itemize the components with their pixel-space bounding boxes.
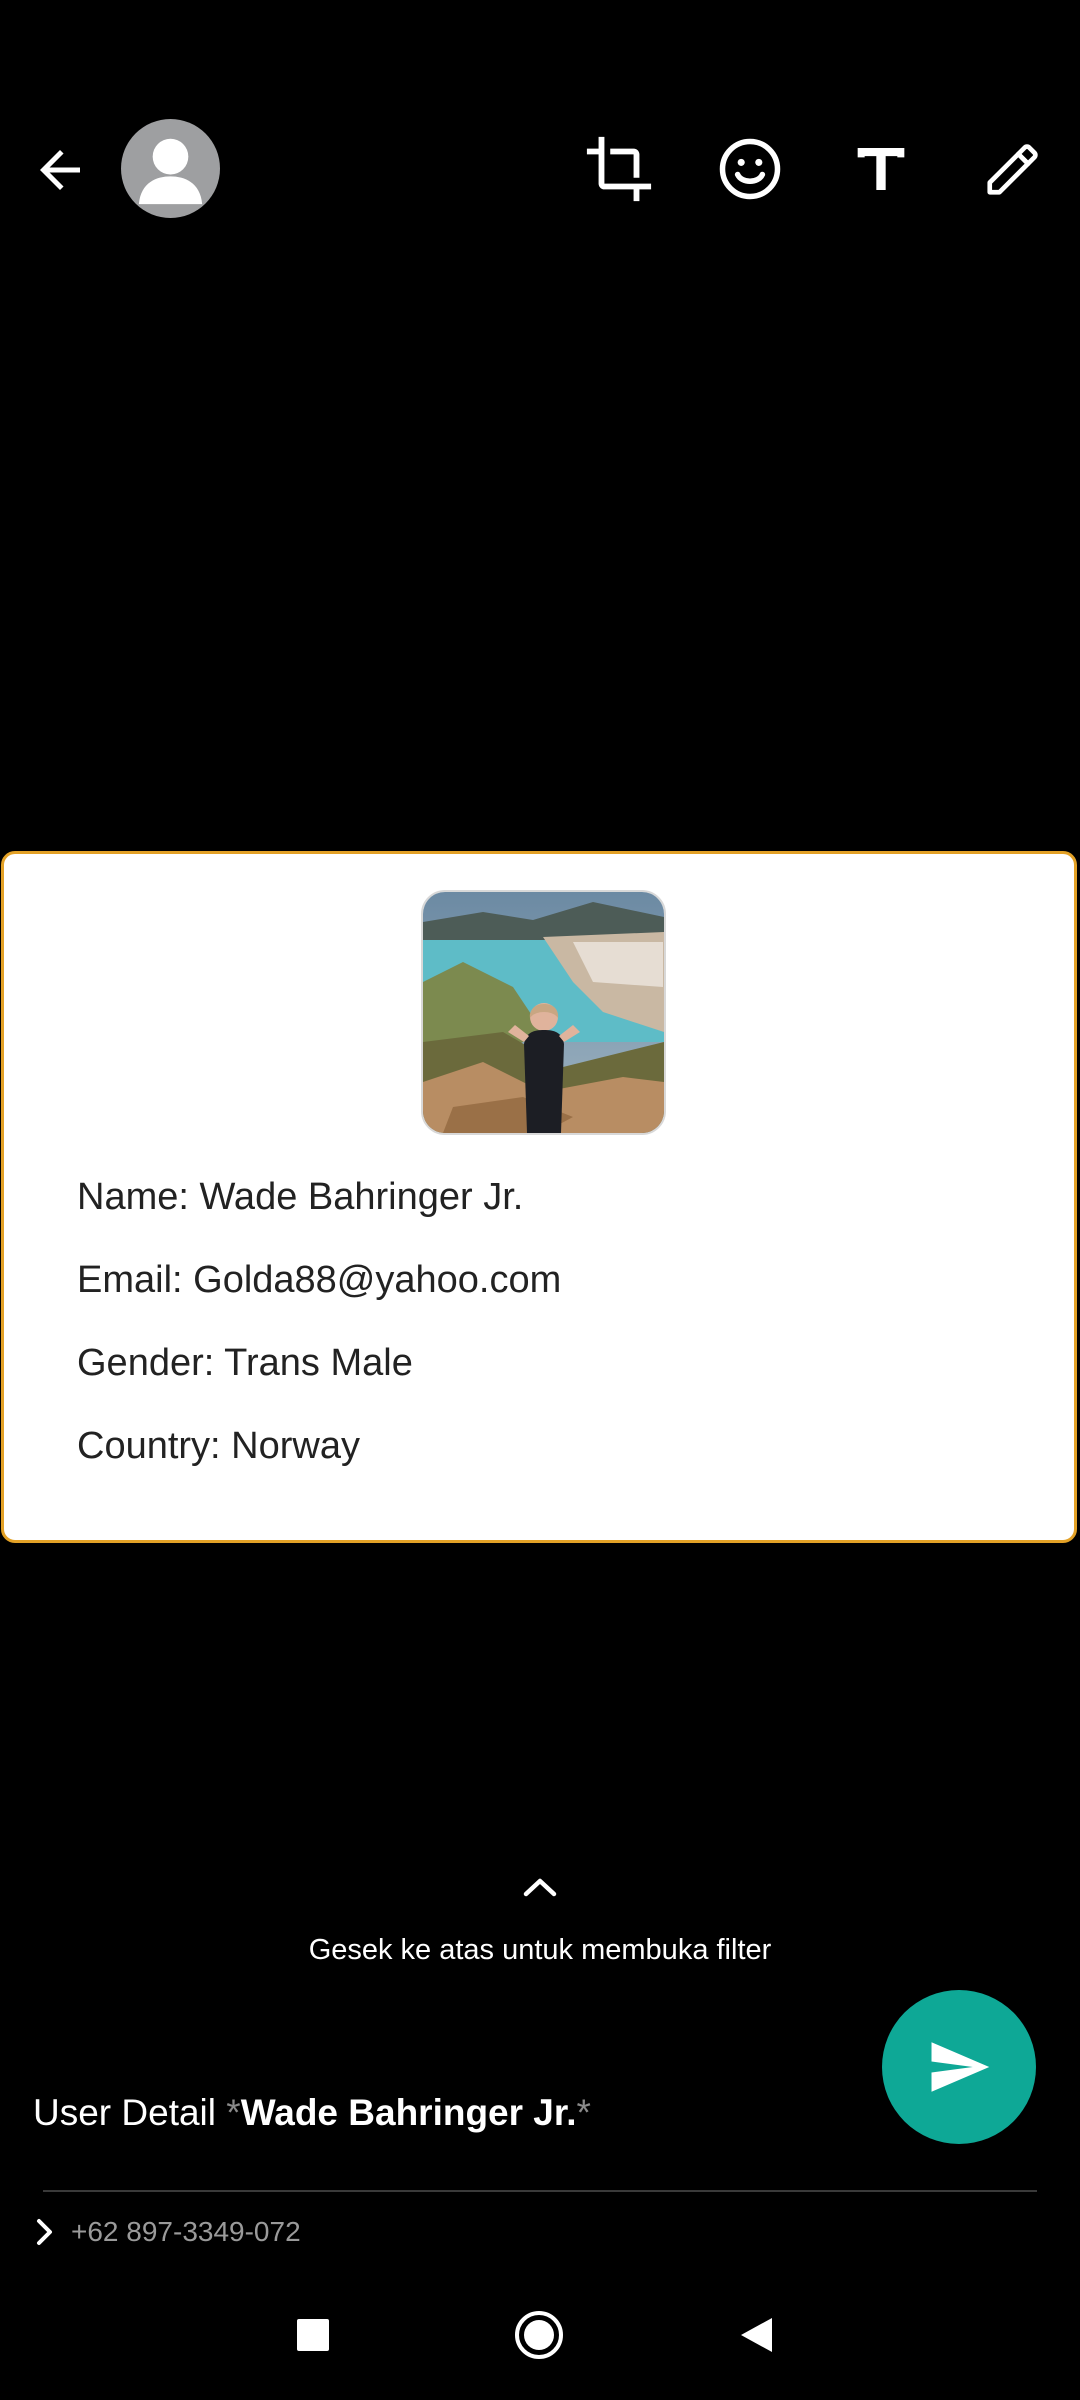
- pencil-icon: [987, 144, 1038, 195]
- recipient-number: +62 897-3349-072: [71, 2216, 301, 2247]
- user-detail-card: Name: Wade Bahringer Jr. Email: Golda88@…: [1, 851, 1077, 1543]
- caption-star-close: *: [576, 2092, 591, 2133]
- square-icon: [297, 2319, 329, 2351]
- chevron-up-icon: [523, 1878, 557, 1897]
- swipe-hint: Gesek ke atas untuk membuka filter: [308, 1934, 772, 1966]
- caption-prefix: User Detail: [33, 2092, 227, 2133]
- arrow-left-icon: [40, 150, 80, 190]
- recipient-row[interactable]: +62 897-3349-072: [33, 2207, 301, 2257]
- person-icon: [138, 138, 203, 205]
- text-button[interactable]: [836, 124, 926, 214]
- recents-button[interactable]: [263, 2300, 363, 2370]
- crop-rotate-button[interactable]: [574, 124, 664, 214]
- caption-star-open: *: [226, 2092, 241, 2133]
- text-icon: [857, 148, 905, 190]
- send-button[interactable]: [882, 1990, 1036, 2144]
- crop-rotate-icon: [586, 136, 652, 202]
- avatar[interactable]: [121, 119, 220, 218]
- profile-photo-image: [423, 892, 664, 1133]
- home-circle-icon: [515, 2311, 563, 2359]
- country-line: Country: Norway: [77, 1425, 360, 1467]
- profile-photo: [421, 890, 666, 1135]
- filter-handle[interactable]: [510, 1862, 570, 1912]
- emoji-icon: [719, 138, 781, 200]
- email-line: Email: Golda88@yahoo.com: [77, 1259, 562, 1301]
- send-icon: [931, 2042, 990, 2092]
- caption-divider: [43, 2190, 1037, 2192]
- gender-line: Gender: Trans Male: [77, 1342, 413, 1384]
- back-button[interactable]: [20, 130, 100, 210]
- name-line: Name: Wade Bahringer Jr.: [77, 1176, 524, 1218]
- caption-name: Wade Bahringer Jr.: [240, 2092, 577, 2133]
- home-button[interactable]: [489, 2300, 589, 2370]
- caption-input[interactable]: User Detail *Wade Bahringer Jr.*: [33, 2092, 591, 2134]
- nav-back-button[interactable]: [706, 2300, 806, 2370]
- chevron-right-icon: [37, 2219, 52, 2245]
- draw-button[interactable]: [968, 124, 1058, 214]
- triangle-back-icon: [741, 2318, 772, 2352]
- emoji-button[interactable]: [705, 124, 795, 214]
